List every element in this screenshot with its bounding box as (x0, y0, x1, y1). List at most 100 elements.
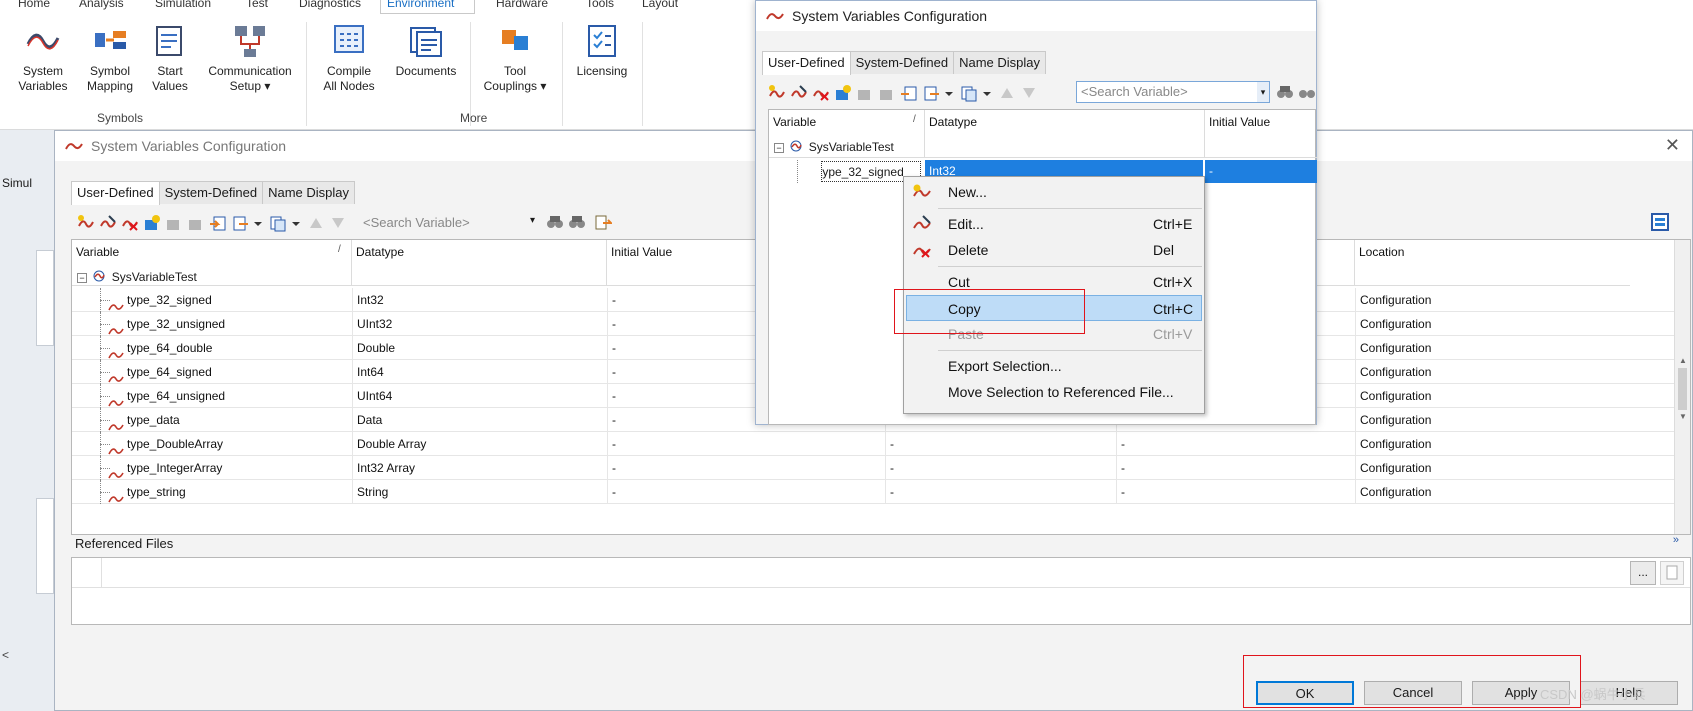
import-icon[interactable] (900, 84, 918, 102)
communication-setup-button[interactable]: Communication Setup ▾ (202, 22, 298, 94)
delete-namespace-icon[interactable] (878, 84, 896, 102)
cell-location[interactable]: Configuration (1355, 312, 1630, 336)
symbol-mapping-button[interactable]: Symbol Mapping (82, 22, 138, 94)
move-up-icon[interactable] (307, 214, 325, 232)
remove-file-icon[interactable] (1660, 561, 1684, 585)
cell-initial-value[interactable]: - (1205, 160, 1317, 183)
tab-system-defined[interactable]: System-Defined (158, 181, 264, 204)
ribbon-tab-diagnostics[interactable]: Diagnostics (293, 0, 367, 14)
cell-variable[interactable]: type_32_unsigned (104, 312, 352, 336)
tab-name-display[interactable]: Name Display (262, 181, 355, 204)
ribbon-tab-hardware[interactable]: Hardware (490, 0, 554, 14)
cell-variable[interactable]: type_DoubleArray (104, 432, 352, 456)
cell-variable[interactable]: type_64_double (104, 336, 352, 360)
cell-col4[interactable]: - (885, 480, 1116, 504)
cell-initial-value[interactable]: - (607, 480, 885, 504)
tree-root[interactable]: − SysVariableTest (77, 268, 197, 286)
export-icon[interactable] (231, 214, 249, 232)
edit-variable-icon[interactable] (790, 84, 808, 102)
move-down-icon[interactable] (329, 214, 347, 232)
edit-variable-icon[interactable] (99, 214, 117, 232)
menu-item-new[interactable]: New... (906, 179, 1202, 205)
collapse-chevron-icon[interactable]: » (1673, 534, 1679, 546)
delete-namespace-icon[interactable] (187, 214, 205, 232)
close-icon[interactable]: ✕ (1665, 135, 1680, 156)
menu-item-delete[interactable]: Delete Del (906, 237, 1202, 263)
cell-col5[interactable]: - (1116, 432, 1355, 456)
cell-variable[interactable]: type_64_signed (104, 360, 352, 384)
chevron-down-icon[interactable] (982, 84, 994, 102)
new-namespace-icon[interactable] (143, 214, 161, 232)
tree-root[interactable]: − SysVariableTest (774, 138, 894, 156)
tab-system-defined[interactable]: System-Defined (849, 51, 955, 74)
cell-variable[interactable]: type_64_unsigned (104, 384, 352, 408)
scroll-down-arrow-icon[interactable]: ▼ (1679, 412, 1687, 421)
cell-datatype[interactable]: Double (352, 336, 607, 360)
search-input[interactable]: <Search Variable> (1076, 81, 1270, 103)
cell-col5[interactable]: - (1116, 480, 1355, 504)
cell-initial-value[interactable]: - (607, 432, 885, 456)
delete-variable-icon[interactable] (812, 84, 830, 102)
documents-button[interactable]: Documents (390, 22, 462, 79)
cell-variable[interactable]: type_IntegerArray (104, 456, 352, 480)
move-down-icon[interactable] (1020, 84, 1038, 102)
ribbon-tab-simulation[interactable]: Simulation (149, 0, 217, 14)
ribbon-tab-analysis[interactable]: Analysis (73, 0, 130, 14)
cell-datatype[interactable]: Double Array (352, 432, 607, 456)
cell-location[interactable]: Configuration (1355, 384, 1630, 408)
find-next-icon[interactable] (568, 213, 586, 234)
move-up-icon[interactable] (998, 84, 1016, 102)
tool-couplings-button[interactable]: Tool Couplings ▾ (478, 22, 552, 94)
column-header-datatype[interactable]: Datatype (352, 240, 607, 286)
column-header-initial-value[interactable]: Initial Value (1205, 110, 1317, 158)
menu-item-edit[interactable]: Edit... Ctrl+E (906, 211, 1202, 237)
column-layout-icon[interactable] (1651, 213, 1669, 234)
chevron-down-icon[interactable]: ▾ (530, 215, 535, 226)
cell-location[interactable]: Configuration (1355, 360, 1630, 384)
ribbon-tab-layout[interactable]: Layout (636, 0, 684, 14)
new-namespace-icon[interactable] (834, 84, 852, 102)
chevron-down-icon[interactable]: ▾ (1257, 82, 1269, 102)
scroll-left-arrow-icon[interactable]: < (2, 648, 9, 662)
cell-datatype[interactable]: String (352, 480, 607, 504)
edit-namespace-icon[interactable] (165, 214, 183, 232)
ribbon-tab-environment[interactable]: Environment (380, 0, 475, 14)
menu-item-move-selection[interactable]: Move Selection to Referenced File... (906, 379, 1202, 405)
collapse-icon[interactable]: − (774, 142, 784, 153)
find-icon[interactable] (546, 213, 564, 234)
cell-location[interactable]: Configuration (1355, 408, 1630, 432)
table-row[interactable]: type_IntegerArray Int32 Array - - - Conf… (72, 456, 1674, 480)
chevron-down-icon[interactable] (944, 84, 956, 102)
cell-initial-value[interactable]: - (607, 456, 885, 480)
find-next-icon[interactable] (1298, 83, 1316, 104)
edit-namespace-icon[interactable] (856, 84, 874, 102)
ribbon-tab-tools[interactable]: Tools (580, 0, 620, 14)
start-values-button[interactable]: Start Values (145, 22, 195, 94)
collapse-icon[interactable]: − (77, 272, 87, 283)
cell-variable[interactable]: type_32_signed (104, 288, 352, 312)
copy-paste-icon[interactable] (269, 214, 287, 232)
system-variables-button[interactable]: System Variables (14, 22, 72, 94)
table-row[interactable]: type_DoubleArray Double Array - - - Conf… (72, 432, 1674, 456)
scrollbar-thumb[interactable] (1678, 368, 1687, 410)
column-header-location[interactable]: Location (1355, 240, 1630, 286)
import-icon[interactable] (209, 214, 227, 232)
ribbon-tab-home[interactable]: Home (12, 0, 56, 14)
cell-location[interactable]: Configuration (1355, 480, 1630, 504)
tab-name-display[interactable]: Name Display (953, 51, 1046, 74)
cell-location[interactable]: Configuration (1355, 336, 1630, 360)
tab-user-defined[interactable]: User-Defined (71, 181, 160, 205)
background-tab[interactable]: Simul (2, 176, 32, 190)
cell-datatype[interactable]: UInt64 (352, 384, 607, 408)
cell-col5[interactable]: - (1116, 456, 1355, 480)
tab-user-defined[interactable]: User-Defined (762, 51, 851, 75)
licensing-button[interactable]: Licensing (570, 22, 634, 79)
browse-button[interactable]: ... (1630, 561, 1656, 585)
new-variable-icon[interactable] (77, 214, 95, 232)
cell-datatype[interactable]: Int64 (352, 360, 607, 384)
ribbon-tab-test[interactable]: Test (240, 0, 274, 14)
cell-variable[interactable]: type_data (104, 408, 352, 432)
vertical-scrollbar[interactable]: ▲ ▼ (1674, 240, 1690, 534)
scroll-up-arrow-icon[interactable]: ▲ (1679, 356, 1687, 365)
cell-col4[interactable]: - (885, 456, 1116, 480)
